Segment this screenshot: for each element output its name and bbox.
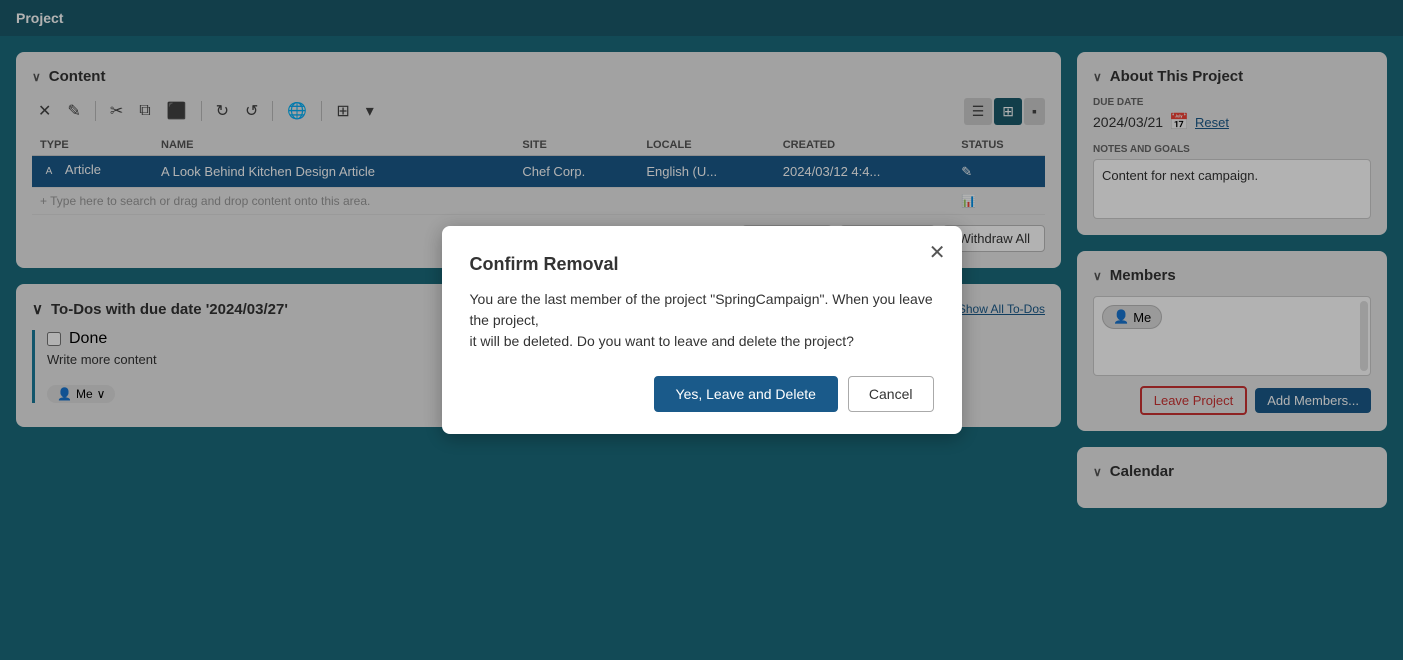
modal-actions: Yes, Leave and Delete Cancel (470, 376, 934, 412)
modal-close-button[interactable]: ✕ (929, 240, 946, 265)
modal-title: Confirm Removal (470, 254, 934, 275)
modal-body-text-2: it will be deleted. Do you want to leave… (470, 333, 854, 349)
modal-overlay[interactable]: ✕ Confirm Removal You are the last membe… (0, 0, 1403, 660)
yes-leave-delete-button[interactable]: Yes, Leave and Delete (654, 376, 838, 412)
cancel-button[interactable]: Cancel (848, 376, 934, 412)
modal-body: You are the last member of the project "… (470, 289, 934, 352)
modal-body-text-1: You are the last member of the project "… (470, 291, 933, 328)
confirm-removal-modal: ✕ Confirm Removal You are the last membe… (442, 226, 962, 434)
